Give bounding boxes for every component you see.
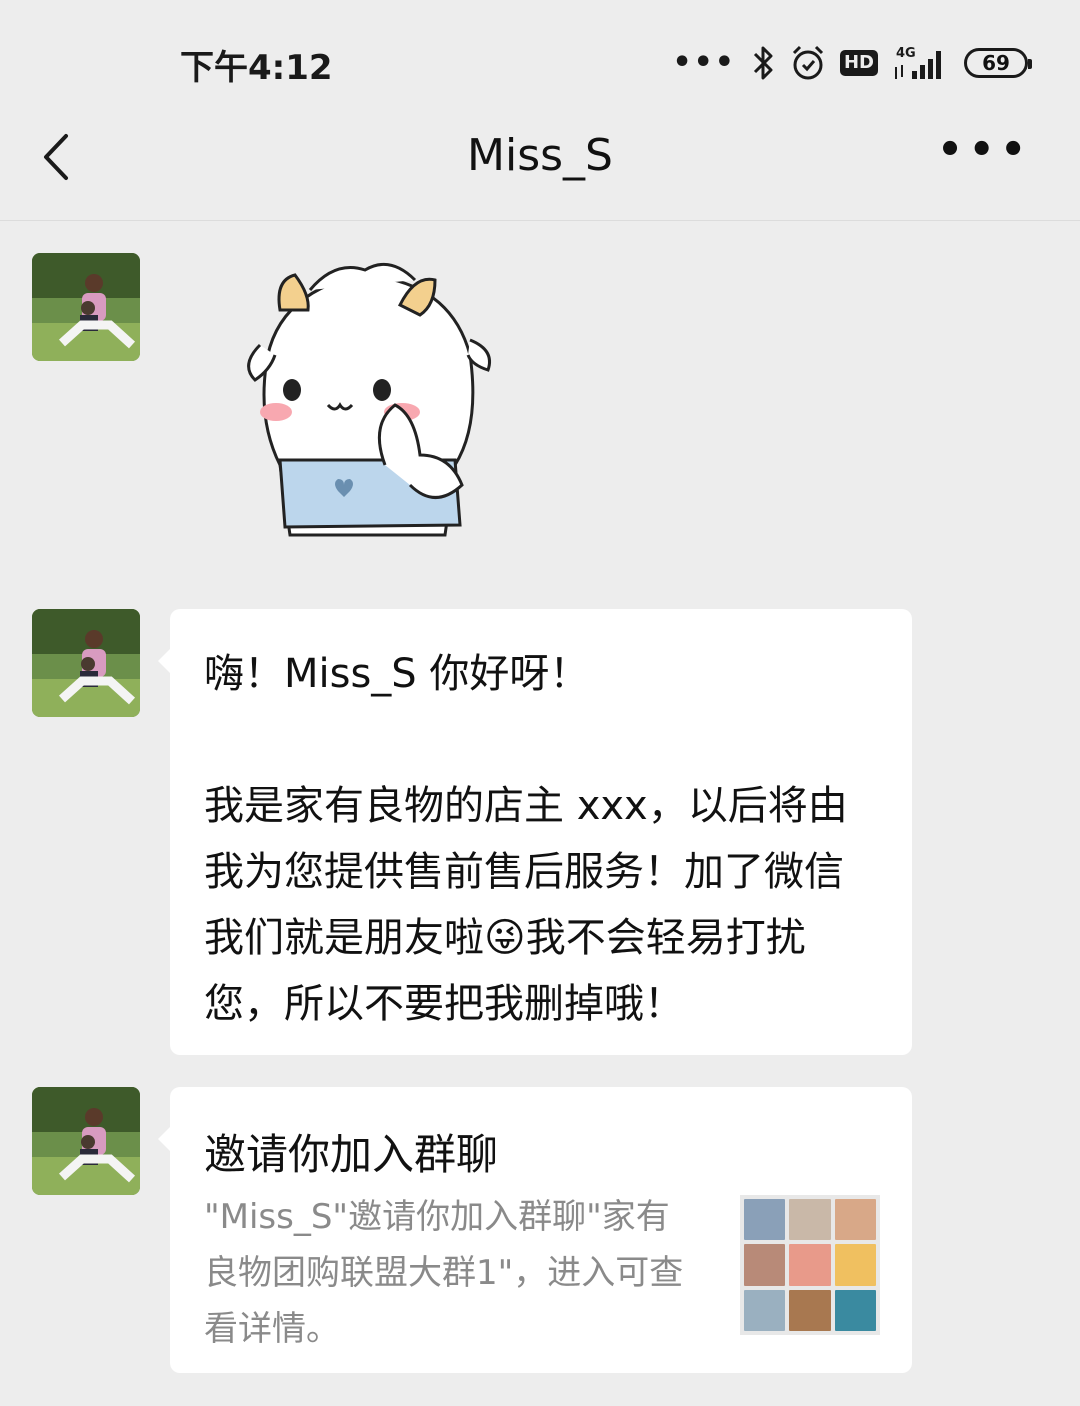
message-text: 嗨！Miss_S 你好呀！ 我是家有良物的店主 xxx，以后将由我为您提供售前售… (204, 651, 848, 1027)
avatar-photo-icon (32, 609, 140, 717)
alarm-icon (792, 45, 824, 80)
group-invite-card[interactable]: 邀请你加入群聊 "Miss_S"邀请你加入群聊"家有良物团购联盟大群1"，进入可… (158, 1087, 912, 1373)
status-time: 下午4:12 (180, 48, 333, 88)
sender-avatar[interactable] (32, 1087, 140, 1195)
avatar-photo-icon (32, 1087, 140, 1195)
text-message-bubble[interactable]: 嗨！Miss_S 你好呀！ 我是家有良物的店主 xxx，以后将由我为您提供售前售… (158, 609, 912, 1055)
notification-dots-icon: ••• (672, 45, 736, 80)
bluetooth-icon (753, 46, 773, 80)
status-bar: 下午4:12 ••• HD 4G 69 (0, 0, 1080, 110)
chat-header: Miss_S ••• (0, 110, 1080, 221)
group-avatar-grid-icon (740, 1195, 880, 1335)
status-icons: ••• HD 4G 69 (672, 38, 1032, 88)
sender-avatar[interactable] (32, 253, 140, 361)
sender-avatar[interactable] (32, 609, 140, 717)
invite-card-description: "Miss_S"邀请你加入群聊"家有良物团购联盟大群1"，进入可查看详情。 (204, 1197, 684, 1349)
more-options-icon[interactable]: ••• (937, 130, 1032, 170)
invite-card-title: 邀请你加入群聊 (204, 1130, 499, 1179)
network-type-label: 4G (896, 46, 916, 61)
hd-voice-icon: HD (839, 50, 878, 76)
chat-title: Miss_S (467, 130, 613, 181)
signal-4g-icon: 4G (895, 46, 941, 79)
sheep-sticker-icon[interactable] (240, 255, 500, 555)
battery-level: 69 (982, 51, 1010, 75)
avatar-photo-icon (32, 253, 140, 361)
battery-icon: 69 (964, 48, 1032, 78)
